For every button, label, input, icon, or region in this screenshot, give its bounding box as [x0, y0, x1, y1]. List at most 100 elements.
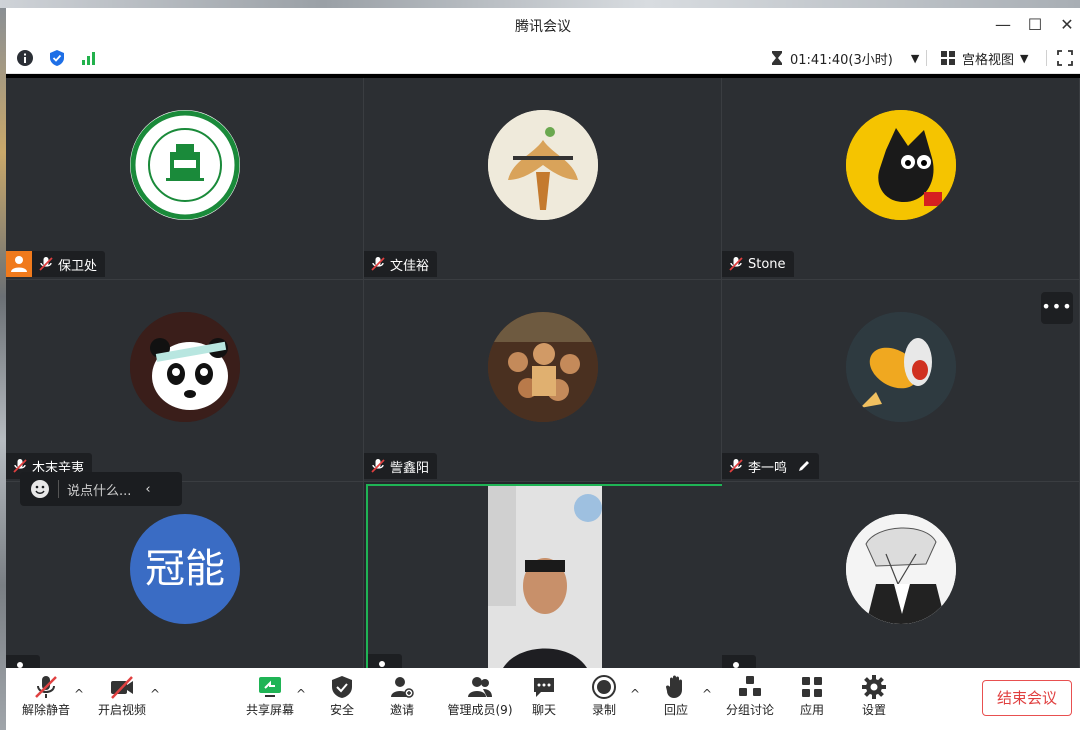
security-button[interactable]: 安全	[310, 674, 374, 726]
timer-text: 01:41:40(3小时)	[790, 52, 893, 68]
mic-off-icon	[35, 676, 57, 698]
shield-icon	[332, 676, 352, 698]
chat-button[interactable]: 聊天	[512, 674, 576, 726]
avatar	[130, 312, 240, 422]
anime-sketch-icon	[846, 514, 956, 624]
pencil-icon[interactable]	[797, 459, 811, 473]
mic-off-icon	[729, 459, 743, 473]
gear-icon	[862, 675, 886, 699]
chevron-up-icon[interactable]: ^	[702, 688, 714, 700]
participant-name: 保卫处	[58, 258, 98, 274]
chevron-up-icon[interactable]: ^	[150, 688, 162, 700]
panda-icon	[130, 312, 240, 422]
children-photo-icon	[488, 312, 598, 422]
invite-label: 邀请	[389, 703, 414, 717]
signal-icon[interactable]	[80, 49, 98, 67]
apps-button[interactable]: 应用	[780, 674, 844, 726]
university-seal-icon	[130, 110, 240, 220]
participant-tile-active-speaker[interactable]	[366, 484, 724, 684]
view-label: 宫格视图	[962, 52, 1015, 68]
window-title: 腾讯会议	[515, 19, 571, 35]
breakout-rooms-button[interactable]: 分组讨论	[718, 674, 782, 726]
participant-tile[interactable]: 文佳裕	[364, 78, 722, 280]
koi-fish-icon	[846, 312, 956, 422]
chevron-up-icon[interactable]: ^	[630, 688, 642, 700]
avatar	[846, 110, 956, 220]
divider	[58, 480, 59, 498]
fullscreen-icon[interactable]	[1056, 49, 1074, 67]
breakout-icon	[739, 676, 761, 696]
share-screen-icon	[259, 677, 281, 697]
hand-wave-icon	[666, 675, 682, 698]
participant-tile[interactable]: 保卫处	[6, 78, 364, 280]
chevron-up-icon[interactable]: ^	[296, 688, 308, 700]
close-button[interactable]: ✕	[1056, 14, 1078, 36]
mic-off-icon	[39, 257, 53, 271]
chevron-left-icon[interactable]: ‹	[145, 482, 150, 497]
participant-name-tag: 李一鸣	[722, 453, 820, 479]
avatar	[846, 514, 956, 624]
security-label: 安全	[329, 703, 354, 717]
participant-name-tag: 訾鑫阳	[364, 453, 438, 479]
participant-tile[interactable]	[722, 482, 1080, 684]
record-icon	[592, 675, 616, 699]
divider	[1046, 50, 1047, 66]
participant-tile[interactable]: Stone	[722, 78, 1080, 280]
video-grid: 保卫处 文佳裕 Stone 木末辛夷 訾鑫阳 ••• 李一鸣 冠能	[6, 78, 1080, 684]
avatar: 冠能	[130, 514, 240, 624]
view-selector[interactable]: 宫格视图 ▼	[940, 48, 1028, 68]
cartoon-cat-icon	[846, 110, 956, 220]
unmute-button[interactable]: 解除静音	[14, 674, 78, 726]
hourglass-icon	[772, 51, 782, 65]
apps-label: 应用	[799, 703, 824, 717]
avatar	[846, 312, 956, 422]
participant-tile[interactable]: 訾鑫阳	[364, 280, 722, 482]
info-icon[interactable]	[16, 49, 34, 67]
participant-tile[interactable]: 冠能	[6, 482, 364, 684]
band-artwork-icon	[488, 110, 598, 220]
participant-name: 文佳裕	[390, 258, 430, 274]
top-toolbar: 01:41:40(3小时) ▼ 宫格视图 ▼	[6, 42, 1080, 74]
settings-label: 设置	[861, 703, 886, 717]
participant-tile[interactable]: ••• 李一鸣	[722, 280, 1080, 482]
share-label: 共享屏幕	[245, 703, 294, 717]
start-video-button[interactable]: 开启视频	[90, 674, 154, 726]
avatar-text: 冠能	[145, 546, 225, 592]
participant-name: 訾鑫阳	[390, 460, 430, 476]
divider	[926, 50, 927, 66]
shield-icon[interactable]	[48, 49, 66, 67]
record-button[interactable]: 录制	[572, 674, 636, 726]
react-button[interactable]: 回应	[644, 674, 708, 726]
manage-members-button[interactable]: 管理成员(9)	[440, 674, 520, 726]
meeting-timer[interactable]: 01:41:40(3小时) ▼	[770, 48, 919, 68]
chevron-down-icon: ▼	[1020, 51, 1029, 65]
members-icon	[468, 677, 492, 697]
unmute-label: 解除静音	[21, 703, 70, 717]
meeting-window: 腾讯会议 — ☐ ✕ 01:41:40(3小时) ▼ 宫格视图 ▼ 保卫处 文佳…	[6, 8, 1080, 730]
breakout-label: 分组讨论	[725, 703, 774, 717]
mic-off-icon	[729, 257, 743, 271]
members-label: 管理成员(9)	[447, 703, 513, 717]
apps-icon	[802, 677, 822, 697]
more-options-button[interactable]: •••	[1041, 292, 1073, 324]
participant-name-tag: 文佳裕	[364, 251, 438, 277]
share-screen-button[interactable]: 共享屏幕	[238, 674, 302, 726]
avatar	[488, 312, 598, 422]
avatar	[488, 110, 598, 220]
maximize-button[interactable]: ☐	[1024, 14, 1046, 36]
settings-button[interactable]: 设置	[842, 674, 906, 726]
invite-button[interactable]: 邀请	[370, 674, 434, 726]
emoji-icon[interactable]	[30, 479, 50, 499]
bottom-toolbar: 解除静音 ^ 开启视频 ^ 共享屏幕 ^ 安全 邀请 管理成员(9) 聊天 录制…	[6, 668, 1080, 730]
video-label: 开启视频	[97, 703, 146, 717]
invite-user-icon	[391, 677, 414, 698]
participant-name: 李一鸣	[748, 460, 788, 476]
end-meeting-button[interactable]: 结束会议	[982, 680, 1072, 716]
participant-tile[interactable]: 木末辛夷	[6, 280, 364, 482]
chevron-up-icon[interactable]: ^	[74, 688, 86, 700]
react-label: 回应	[663, 703, 688, 717]
chat-quick-input[interactable]: 说点什么... ‹	[20, 472, 182, 506]
minimize-button[interactable]: —	[992, 14, 1014, 36]
desktop-background	[0, 0, 1080, 8]
title-bar: 腾讯会议 — ☐ ✕	[6, 8, 1080, 42]
